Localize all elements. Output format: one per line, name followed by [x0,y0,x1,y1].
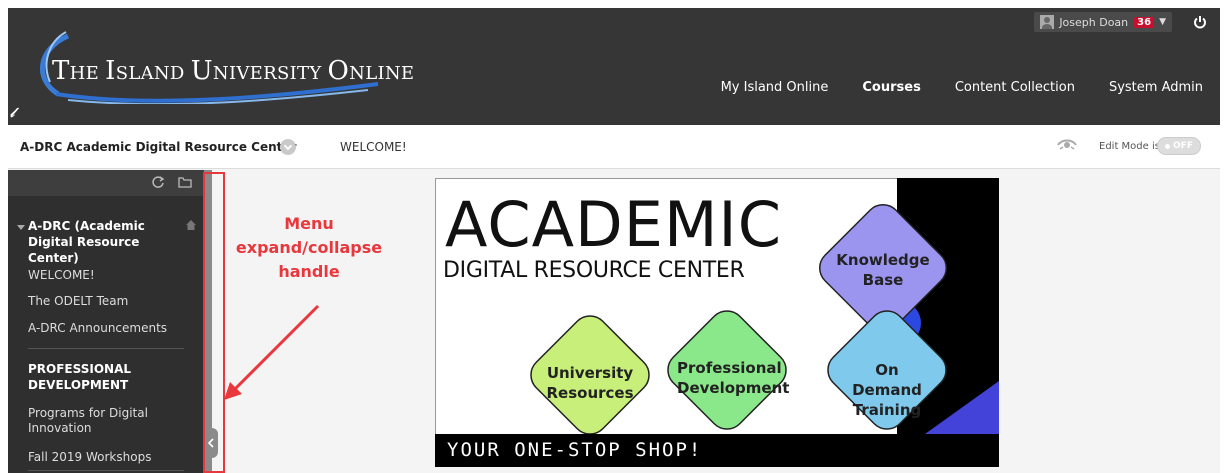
student-view-icon[interactable] [1056,136,1078,152]
breadcrumb: A-DRC Academic Digital Resource Center W… [8,125,1220,169]
diamond-label-professional-development: Professional Development [677,359,790,397]
annotation-label: Menu expand/collapse handle [235,214,383,281]
welcome-banner: ACADEMIC DIGITAL RESOURCE CENTER Knowled… [435,178,999,467]
top-nav: My Island Online Courses Content Collect… [704,80,1220,95]
course-menu: A-DRC (Academic Digital Resource Center)… [8,170,204,473]
home-icon[interactable] [185,219,197,231]
notification-badge: 36 [1134,16,1155,28]
course-menu-toolbar [8,170,204,196]
sidebar-heading-professional-development: PROFESSIONAL DEVELOPMENT [28,362,132,392]
sidebar-item-announcements[interactable]: A-DRC Announcements [28,321,188,336]
nav-courses[interactable]: Courses [845,80,937,95]
sidebar-item-welcome[interactable]: WELCOME! [28,268,188,283]
user-menu[interactable]: Joseph Doan 36 ▼ [1034,12,1172,32]
diamond-label-university-resources: University Resources [546,364,634,402]
chevron-down-icon[interactable] [280,139,296,155]
collapse-caret-icon[interactable] [17,225,25,230]
power-icon[interactable] [1188,11,1212,33]
avatar [1040,15,1055,29]
folder-icon[interactable] [178,176,192,188]
logo-text[interactable]: THE ISLAND UNIVERSITY ONLINE [52,56,414,86]
nav-system-admin[interactable]: System Admin [1092,80,1220,95]
banner-footer: YOUR ONE-STOP SHOP! [435,434,999,467]
nav-my-island-online[interactable]: My Island Online [704,80,846,95]
breadcrumb-course[interactable]: A-DRC Academic Digital Resource Center [20,140,296,154]
breadcrumb-page: WELCOME! [340,140,407,154]
annotation-arrow [224,304,320,400]
lms-window: THE ISLAND UNIVERSITY ONLINE 𝓁 Joseph Do… [8,8,1220,473]
sidebar-item-fall-2019-workshops[interactable]: Fall 2019 Workshops [28,450,188,465]
nav-content-collection[interactable]: Content Collection [938,80,1092,95]
edit-mode-label: Edit Mode is: [1099,141,1164,152]
diamond-label-knowledge-base: Knowledge Base [836,251,930,289]
chevron-down-icon: ▼ [1159,17,1166,27]
diamond-label-on-demand-training: On Demand Training [852,361,922,419]
menu-divider [28,348,184,349]
link-icon[interactable]: 𝓁 [10,106,14,121]
edit-mode-toggle[interactable]: OFF [1157,137,1201,155]
site-header: THE ISLAND UNIVERSITY ONLINE 𝓁 Joseph Do… [8,8,1220,125]
refresh-icon[interactable] [151,175,165,189]
course-menu-title[interactable]: A-DRC (Academic Digital Resource Center) [28,218,188,266]
menu-divider [28,470,184,471]
sidebar-item-odelt-team[interactable]: The ODELT Team [28,294,188,309]
sidebar-item-programs[interactable]: Programs for Digital Innovation [28,406,188,436]
user-name: Joseph Doan [1059,15,1129,29]
